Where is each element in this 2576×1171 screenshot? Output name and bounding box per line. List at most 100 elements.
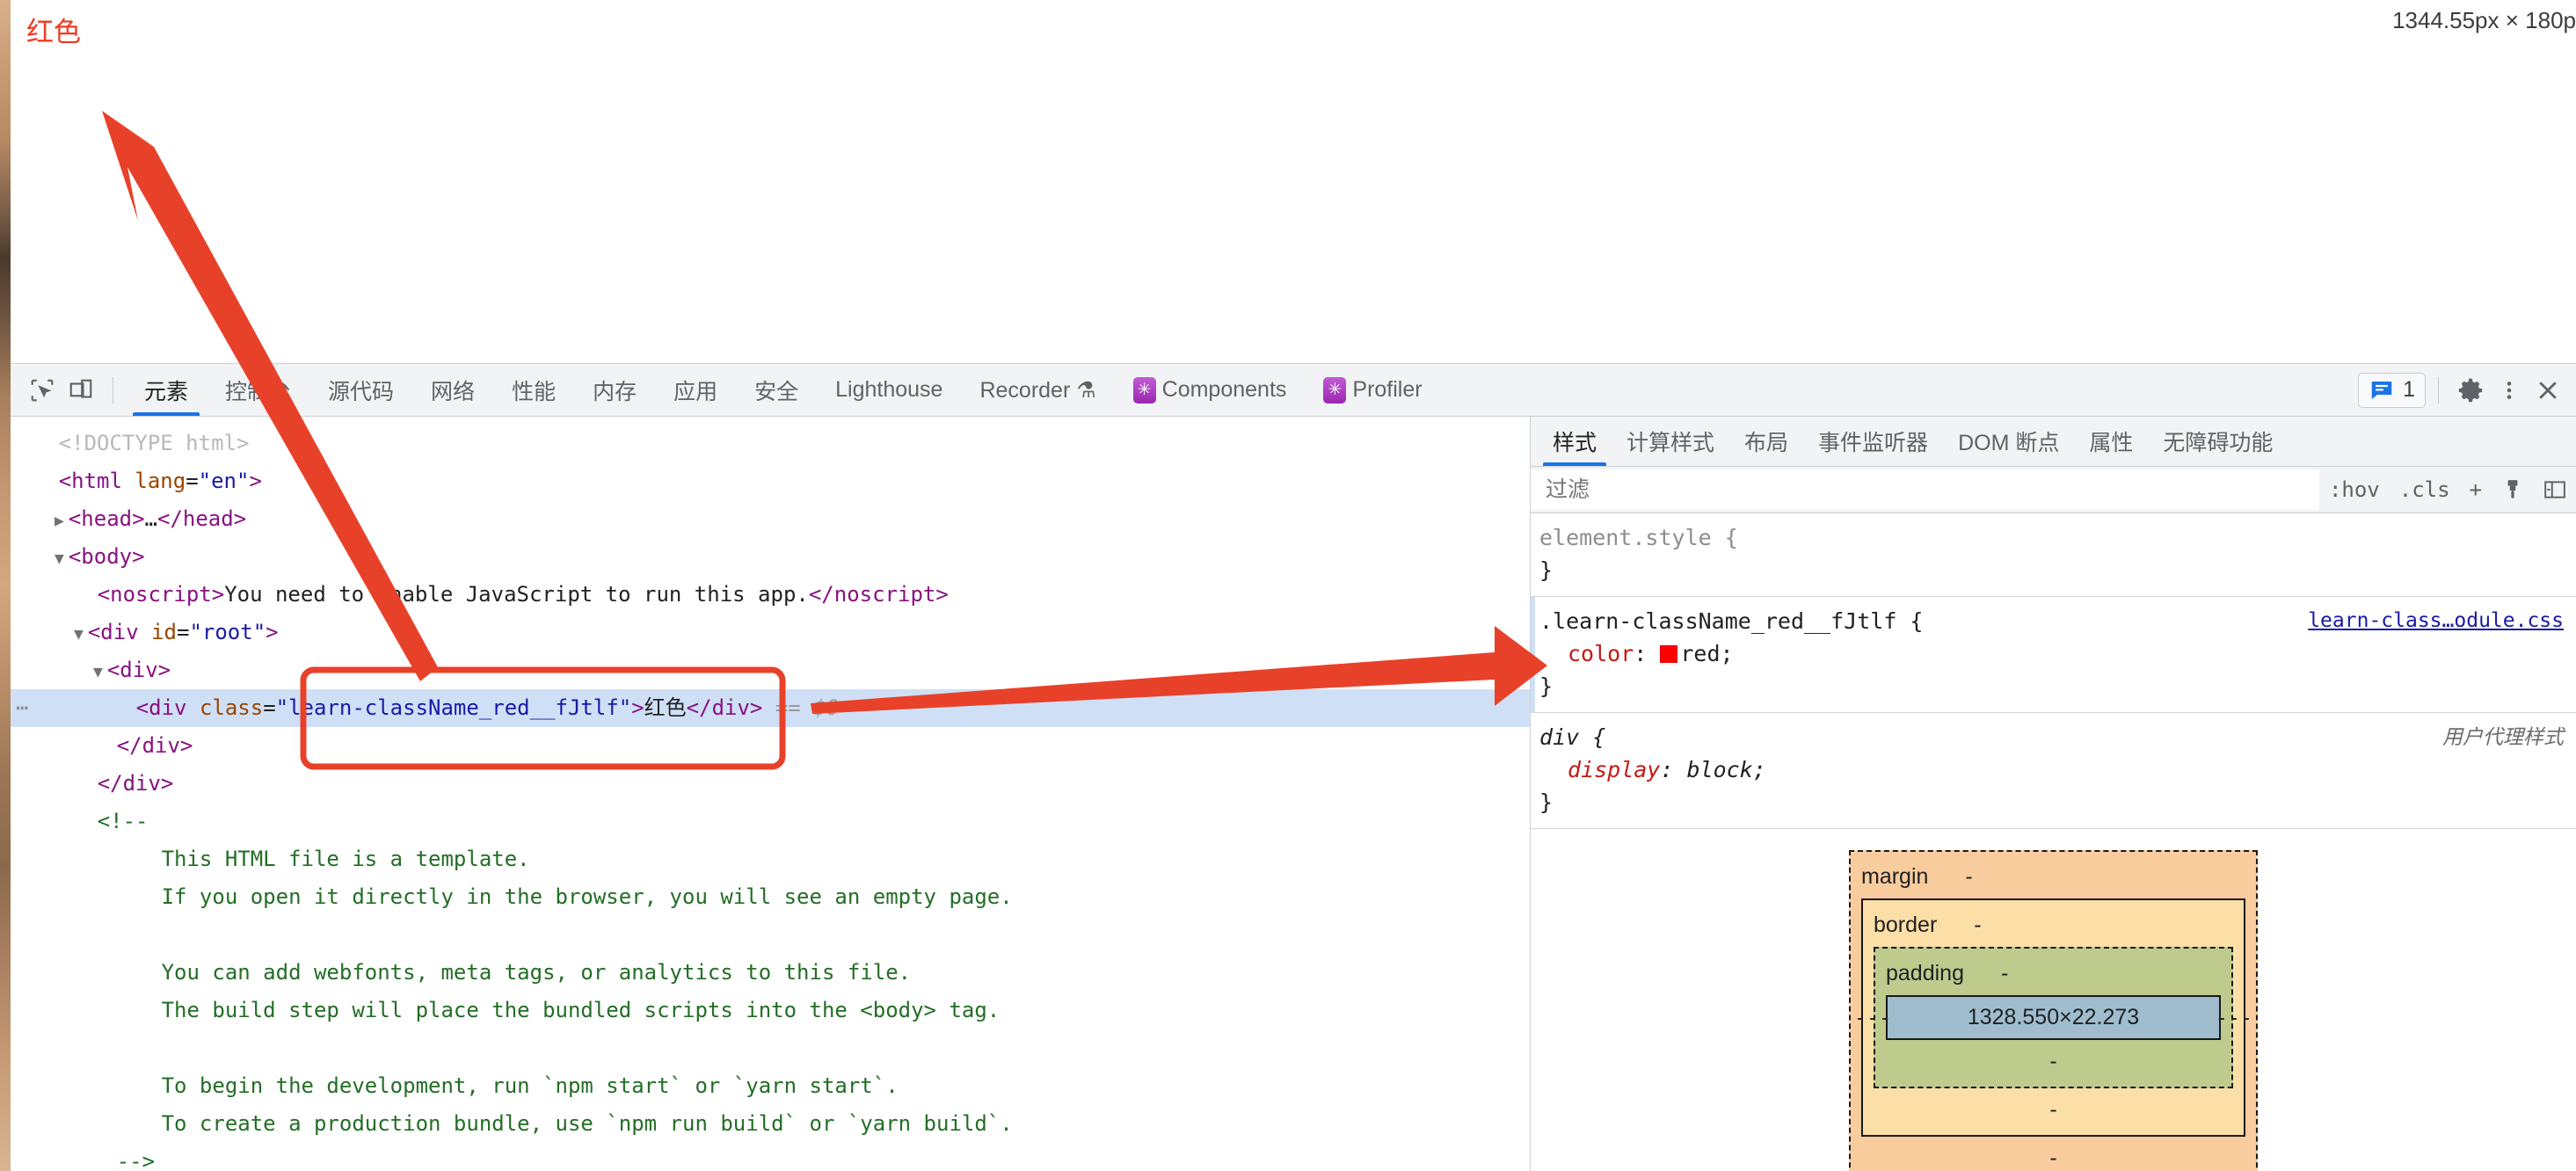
gear-icon[interactable]: [2451, 371, 2490, 410]
device-toggle-icon[interactable]: [62, 371, 100, 410]
tab-memory[interactable]: 内存: [574, 365, 655, 416]
css-property-name: display: [1568, 757, 1661, 782]
dom-tree-line[interactable]: ▶ <head>…</head>: [11, 500, 1530, 538]
subtab-dom-breakpoints[interactable]: DOM 断点: [1943, 418, 2074, 466]
dom-tree-line[interactable]: <!--: [11, 803, 1530, 840]
margin-top-value[interactable]: -: [1965, 861, 1972, 893]
disclosure-triangle-icon[interactable]: ▶: [55, 512, 64, 530]
kebab-menu-icon[interactable]: [2490, 371, 2529, 410]
disclosure-triangle-icon[interactable]: ▼: [55, 549, 64, 568]
new-style-rule-button[interactable]: +: [2460, 467, 2492, 513]
box-model-diagram: margin - - - border - - -: [1531, 829, 2576, 1171]
tab-label: 性能: [512, 379, 557, 404]
message-bubble-icon: [2371, 381, 2392, 399]
tab-elements[interactable]: 元素: [126, 365, 207, 416]
css-rule-div-user-agent[interactable]: div { 用户代理样式 display: block; }: [1531, 713, 2576, 829]
tab-profiler[interactable]: Profiler: [1305, 365, 1440, 416]
css-rule-learn-classname-red[interactable]: .learn-className_red__fJtlf { learn-clas…: [1531, 597, 2576, 713]
dom-tree-line[interactable]: ▼ <div id="root">: [11, 614, 1530, 651]
css-rule-element-style[interactable]: element.style { }: [1531, 513, 2576, 597]
dom-tree-line[interactable]: <!DOCTYPE html>: [11, 425, 1530, 462]
dom-tree-line[interactable]: If you open it directly in the browser, …: [11, 878, 1530, 916]
tab-label: Lighthouse: [835, 377, 943, 402]
message-count-button[interactable]: 1: [2358, 372, 2426, 408]
dom-tree-line[interactable]: <noscript>You need to enable JavaScript …: [11, 576, 1530, 614]
padding-bottom-value[interactable]: -: [1886, 1040, 2221, 1078]
dom-tree-line[interactable]: ▼ <div>: [11, 651, 1530, 689]
dom-tree-line[interactable]: <html lang="en">: [11, 462, 1530, 500]
tab-sources[interactable]: 源代码: [309, 365, 412, 416]
css-selector[interactable]: .learn-className_red__fJtlf {: [1539, 605, 1924, 637]
tab-components[interactable]: Components: [1115, 365, 1306, 416]
devtools-body: <!DOCTYPE html> <html lang="en"> ▶ <head>……: [11, 417, 2576, 1171]
css-selector[interactable]: element.style {: [1539, 521, 1738, 554]
tab-security[interactable]: 安全: [736, 365, 817, 416]
css-close-brace: }: [1539, 673, 1554, 699]
dom-tree-line[interactable]: The build step will place the bundled sc…: [11, 992, 1530, 1029]
subtab-properties[interactable]: 属性: [2074, 418, 2148, 466]
paintbrush-icon[interactable]: [2492, 467, 2534, 513]
css-selector[interactable]: div {: [1539, 721, 1605, 753]
css-declaration-display[interactable]: display: block;: [1531, 753, 2576, 786]
dom-tree-line[interactable]: ▼ <body>: [11, 538, 1530, 576]
css-rules-list[interactable]: element.style { } .learn-className_red__…: [1531, 513, 2576, 1171]
inspect-cursor-icon[interactable]: [23, 371, 62, 410]
border-top-value[interactable]: -: [1974, 909, 1981, 942]
plus-icon: +: [2469, 477, 2482, 502]
close-icon[interactable]: [2529, 371, 2567, 410]
subtab-label: 布局: [1744, 431, 1789, 455]
expand-dots-icon[interactable]: ⋯: [16, 689, 28, 727]
subtab-label: DOM 断点: [1958, 431, 2060, 455]
dom-tree[interactable]: <!DOCTYPE html> <html lang="en"> ▶ <head>……: [11, 417, 1530, 1171]
dom-tree-line[interactable]: To create a production bundle, use `npm …: [11, 1105, 1530, 1143]
dom-tree-line[interactable]: [11, 1029, 1530, 1067]
subtab-accessibility[interactable]: 无障碍功能: [2148, 418, 2288, 466]
sidebar-toggle-icon[interactable]: [2534, 467, 2576, 513]
dom-tree-line[interactable]: -->: [11, 1143, 1530, 1171]
subtab-layout[interactable]: 布局: [1729, 418, 1803, 466]
tab-label: 安全: [754, 379, 799, 404]
tab-console[interactable]: 控制台: [207, 365, 309, 416]
box-model-border[interactable]: border - - - padding - -: [1861, 898, 2245, 1137]
subtab-computed[interactable]: 计算样式: [1612, 418, 1729, 466]
tab-performance[interactable]: 性能: [493, 365, 574, 416]
box-model-margin[interactable]: margin - - - border - - -: [1849, 850, 2258, 1171]
dom-tree-line[interactable]: To begin the development, run `npm start…: [11, 1067, 1530, 1105]
css-close-brace: }: [1539, 789, 1554, 815]
subtab-label: 属性: [2089, 431, 2134, 455]
dom-tree-line[interactable]: </div>: [11, 727, 1530, 765]
tab-label: 应用: [673, 379, 718, 404]
tab-application[interactable]: 应用: [655, 365, 736, 416]
tab-recorder[interactable]: Recorder ⚗: [961, 365, 1114, 416]
padding-top-value[interactable]: -: [2001, 957, 2008, 990]
dom-tree-line[interactable]: You can add webfonts, meta tags, or anal…: [11, 954, 1530, 992]
tab-network[interactable]: 网络: [412, 365, 493, 416]
border-bottom-value[interactable]: -: [1874, 1088, 2233, 1126]
dom-tree-line[interactable]: [11, 916, 1530, 954]
disclosure-triangle-icon[interactable]: ▼: [74, 625, 84, 644]
box-model-content-size[interactable]: 1328.550×22.273: [1886, 995, 2221, 1040]
dom-tree-line[interactable]: </div>: [11, 765, 1530, 803]
disclosure-triangle-icon[interactable]: ▼: [93, 663, 103, 681]
padding-left-value[interactable]: -: [1881, 1001, 1888, 1034]
dom-tree-line-selected[interactable]: ⋯ <div class="learn-className_red__fJtlf…: [11, 689, 1530, 727]
tab-lighthouse[interactable]: Lighthouse: [817, 365, 961, 416]
hov-button[interactable]: :hov: [2319, 467, 2390, 513]
subtab-styles[interactable]: 样式: [1538, 418, 1612, 466]
element-size-tooltip: 1344.55px × 180p: [2392, 7, 2576, 33]
margin-bottom-value[interactable]: -: [1861, 1137, 2245, 1171]
cls-button[interactable]: .cls: [2390, 467, 2460, 513]
css-property-value[interactable]: red: [1680, 641, 1720, 666]
subtab-event-listeners[interactable]: 事件监听器: [1803, 418, 1943, 466]
styles-filter-input[interactable]: [1531, 469, 2319, 510]
dom-tree-pane[interactable]: <!DOCTYPE html> <html lang="en"> ▶ <head>……: [11, 417, 1530, 1171]
css-property-name[interactable]: color: [1568, 641, 1634, 666]
css-origin-link[interactable]: learn-class…odule.css: [2308, 605, 2564, 637]
padding-right-value[interactable]: -: [2218, 1001, 2225, 1034]
css-declaration-color[interactable]: color: red;: [1531, 637, 2576, 670]
dom-tree-line[interactable]: This HTML file is a template.: [11, 840, 1530, 878]
color-swatch-icon[interactable]: [1660, 645, 1678, 663]
padding-label: padding: [1886, 961, 1964, 986]
tab-label: 控制台: [225, 379, 292, 404]
box-model-padding[interactable]: padding - - - 1328.550×22.273 -: [1874, 947, 2233, 1088]
